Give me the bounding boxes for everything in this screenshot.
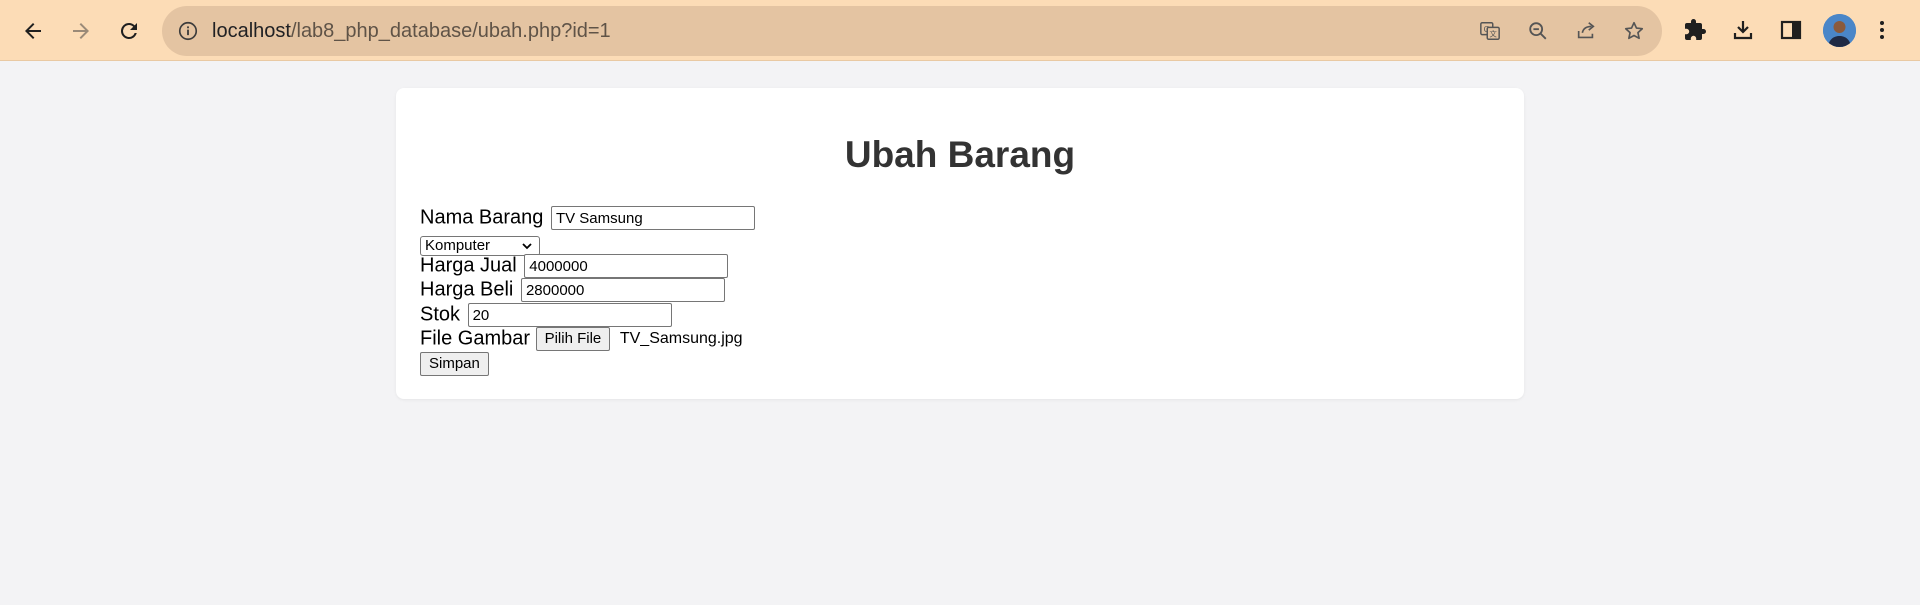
url-path: /lab8_php_database/ubah.php?id=1 [290, 20, 611, 42]
forward-arrow-icon [73, 23, 89, 39]
kategori-select[interactable]: Komputer [420, 236, 540, 256]
stok-row: Stok [420, 303, 672, 327]
download-icon[interactable] [1727, 14, 1759, 46]
url-host: localhost [212, 20, 291, 42]
stok-input[interactable] [467, 303, 672, 327]
url-text[interactable]: localhost/lab8_php_database/ubah.php?id=… [212, 6, 611, 56]
zoom-out-icon[interactable] [1525, 18, 1551, 44]
harga-beli-label: Harga Beli [420, 278, 514, 301]
star-icon[interactable] [1621, 18, 1647, 44]
chevron-down-icon [522, 243, 532, 250]
browser-toolbar: localhost/lab8_php_database/ubah.php?id=… [0, 0, 1920, 61]
harga-jual-label: Harga Jual [420, 254, 517, 277]
back-button[interactable] [13, 11, 53, 51]
harga-beli-row: Harga Beli [420, 278, 725, 302]
harga-jual-row: Harga Jual [420, 254, 729, 278]
kategori-row: Komputer [420, 233, 540, 256]
submit-row: Simpan [420, 352, 489, 376]
harga-beli-input[interactable] [520, 278, 725, 302]
avatar[interactable] [1823, 14, 1856, 47]
nama-barang-input[interactable] [550, 206, 755, 230]
stok-label: Stok [420, 303, 461, 326]
choose-file-button[interactable]: Pilih File [535, 327, 611, 351]
forward-button[interactable] [61, 11, 101, 51]
share-icon[interactable] [1573, 18, 1599, 44]
info-icon[interactable] [176, 19, 200, 43]
nama-barang-row: Nama Barang [420, 206, 755, 230]
reload-icon [121, 23, 137, 39]
puzzle-icon[interactable] [1679, 14, 1711, 46]
nama-barang-label: Nama Barang [420, 206, 544, 229]
file-name: TV_Samsung.jpg [619, 330, 743, 347]
translate-icon[interactable]: G文 [1477, 18, 1503, 44]
kategori-selected-value: Komputer [425, 237, 491, 254]
address-bar[interactable]: localhost/lab8_php_database/ubah.php?id=… [162, 6, 1662, 56]
file-gambar-row: File Gambar Pilih File TV_Samsung.jpg [420, 327, 743, 351]
harga-jual-input[interactable] [524, 254, 729, 278]
kebab-menu-icon[interactable] [1866, 14, 1898, 46]
back-arrow-icon [25, 23, 41, 39]
page-title: Ubah Barang [844, 134, 1076, 175]
svg-text:文: 文 [1490, 30, 1498, 39]
side-panel-icon[interactable] [1775, 14, 1807, 46]
simpan-button[interactable]: Simpan [420, 352, 489, 376]
file-gambar-label: File Gambar [420, 327, 531, 350]
reload-button[interactable] [109, 11, 149, 51]
